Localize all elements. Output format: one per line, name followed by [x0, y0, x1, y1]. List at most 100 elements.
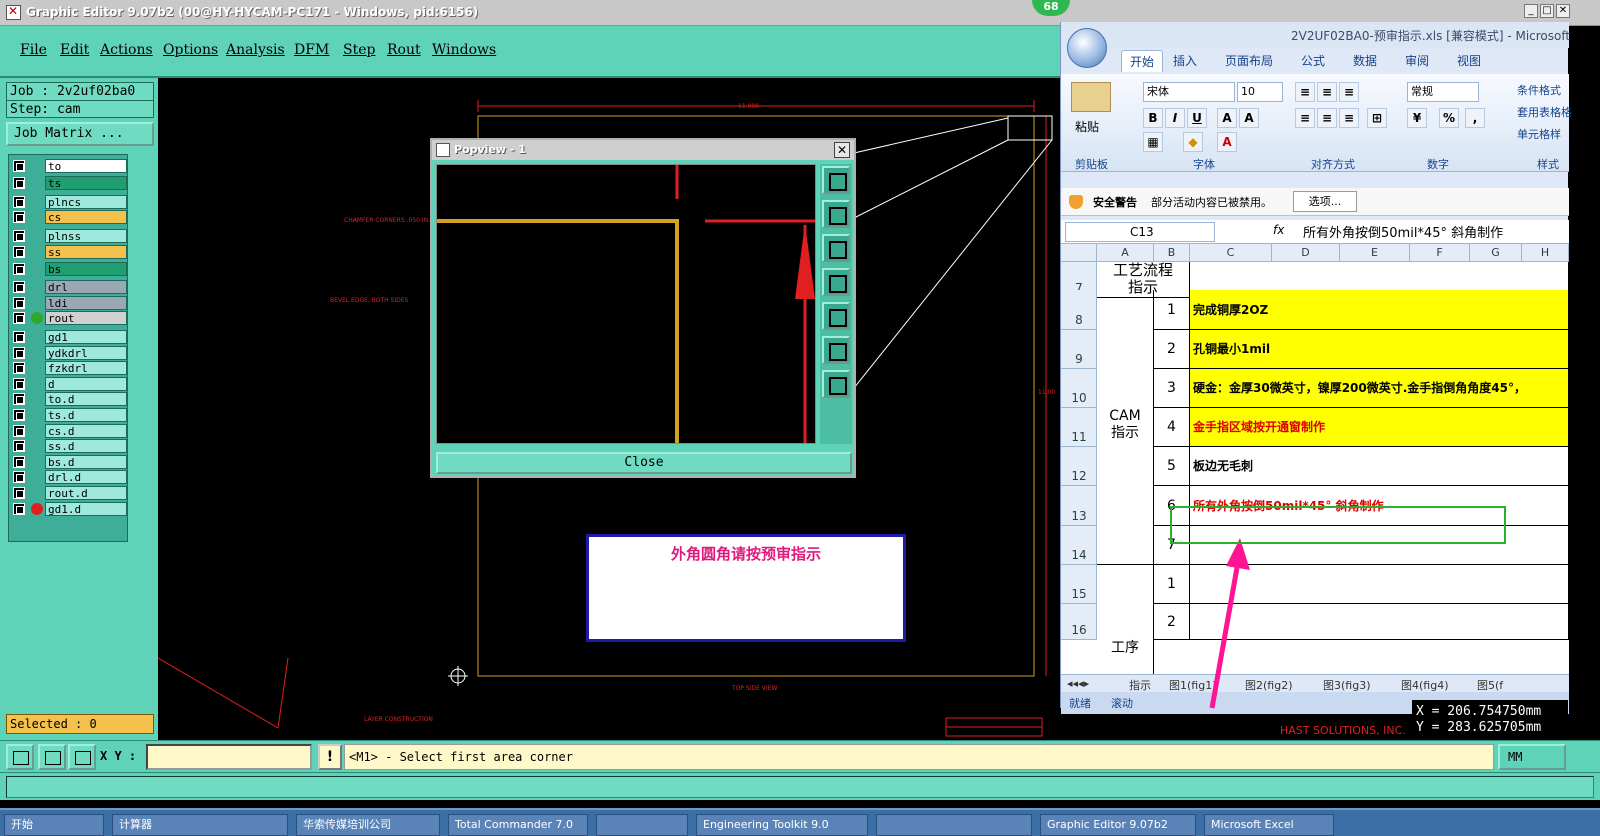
align-center-icon[interactable]: ≡	[1317, 108, 1337, 128]
col-header-e[interactable]: E	[1340, 244, 1410, 262]
layer-checkbox[interactable]	[13, 440, 25, 453]
tab-insert[interactable]: 插入	[1173, 52, 1197, 69]
currency-icon[interactable]: ¥	[1407, 108, 1427, 128]
menu-file[interactable]: File	[20, 42, 47, 58]
layer-row[interactable]: ts.d	[11, 408, 127, 422]
row-header[interactable]: 8	[1061, 290, 1097, 330]
row-header[interactable]: 9	[1061, 330, 1097, 369]
taskbar-item[interactable]: Total Commander 7.0	[448, 814, 588, 836]
minimize-icon[interactable]: _	[1524, 4, 1538, 18]
layer-checkbox[interactable]	[13, 312, 25, 325]
zoom-out-icon[interactable]	[822, 336, 850, 364]
layer-name[interactable]: to.d	[45, 392, 127, 407]
row-header[interactable]: 15	[1061, 565, 1097, 604]
percent-icon[interactable]: %	[1439, 108, 1459, 128]
popview-close-button[interactable]: Close	[436, 452, 852, 474]
unit-button[interactable]: MM	[1498, 744, 1566, 770]
layer-checkbox[interactable]	[13, 409, 25, 421]
layer-row[interactable]: ldi	[11, 295, 127, 310]
item-number-cell[interactable]: 4	[1154, 408, 1190, 447]
instruction-cell[interactable]: 板边无毛刺	[1190, 447, 1569, 486]
taskbar-item[interactable]: Engineering Toolkit 9.0	[696, 814, 868, 836]
layer-checkbox[interactable]	[13, 281, 25, 294]
paste-label[interactable]: 粘贴	[1075, 118, 1099, 135]
close-icon[interactable]: ✕	[1556, 4, 1570, 18]
layer-name[interactable]: ydkdrl	[45, 345, 127, 360]
item-number-cell[interactable]: 5	[1154, 447, 1190, 486]
corner-cell[interactable]	[1061, 244, 1097, 262]
layer-checkbox[interactable]	[13, 471, 25, 484]
layer-checkbox[interactable]	[13, 502, 25, 515]
layer-row[interactable]: bs	[11, 261, 127, 276]
layer-row[interactable]: bs.d	[11, 454, 127, 469]
font-color-icon[interactable]: A	[1217, 132, 1237, 152]
formula-input[interactable]: 所有外角按倒50mil*45° 斜角制作	[1303, 222, 1503, 241]
layer-row[interactable]: plncs	[11, 194, 127, 209]
layer-name[interactable]: ts	[45, 176, 127, 191]
layer-checkbox[interactable]	[13, 195, 25, 208]
tab-page-layout[interactable]: 页面布局	[1225, 52, 1273, 69]
layer-row[interactable]: rout.d	[11, 486, 127, 500]
layer-name[interactable]: d	[45, 376, 127, 391]
layer-name[interactable]: ss.d	[45, 439, 127, 454]
align-right-icon[interactable]: ≡	[1339, 108, 1359, 128]
layer-checkbox[interactable]	[13, 362, 25, 375]
layer-checkbox[interactable]	[13, 296, 25, 309]
popview-canvas[interactable]	[436, 164, 816, 444]
layer-name[interactable]: ldi	[45, 295, 127, 310]
taskbar-item[interactable]	[876, 814, 1032, 836]
info-button[interactable]: !	[318, 744, 342, 770]
layer-name[interactable]: cs.d	[45, 423, 127, 438]
menu-actions[interactable]: Actions	[100, 42, 153, 58]
layer-row[interactable]: cs.d	[11, 423, 127, 438]
tab-formulas[interactable]: 公式	[1301, 52, 1325, 69]
pan-left-icon[interactable]	[822, 268, 850, 296]
layer-row[interactable]: to.d	[11, 392, 127, 407]
layer-name[interactable]: plncs	[45, 194, 127, 209]
menu-rout[interactable]: Rout	[387, 42, 421, 58]
row-header[interactable]: 14	[1061, 526, 1097, 565]
taskbar-item[interactable]: Graphic Editor 9.07b2	[1040, 814, 1196, 836]
pan-up-icon[interactable]	[822, 200, 850, 228]
pan-right-icon[interactable]	[822, 302, 850, 330]
layer-row[interactable]: ss	[11, 244, 127, 259]
item-number-cell[interactable]: 3	[1154, 369, 1190, 408]
table-format-button[interactable]: 套用表格格	[1517, 104, 1572, 120]
layer-checkbox[interactable]	[13, 377, 25, 390]
layer-name[interactable]: rout.d	[45, 486, 127, 500]
sheet-tab-5[interactable]: 图5(f	[1477, 677, 1503, 693]
align-middle-icon[interactable]: ≡	[1317, 82, 1337, 102]
layer-checkbox[interactable]	[13, 331, 25, 343]
layer-checkbox[interactable]	[13, 245, 25, 258]
layer-name[interactable]: ts.d	[45, 408, 127, 422]
item-number-cell[interactable]: 1	[1154, 565, 1190, 604]
maximize-icon[interactable]: □	[1540, 4, 1554, 18]
align-top-icon[interactable]: ≡	[1295, 82, 1315, 102]
process-label-cell[interactable]: 工序	[1097, 565, 1154, 674]
layer-name[interactable]: rout	[45, 311, 127, 326]
row-header[interactable]: 11	[1061, 408, 1097, 447]
grid-icon[interactable]	[68, 744, 96, 770]
name-box[interactable]: C13	[1065, 222, 1215, 242]
layer-name[interactable]: plnss	[45, 228, 127, 243]
layer-name[interactable]: gd1	[45, 330, 127, 344]
menu-step[interactable]: Step	[343, 42, 375, 58]
instruction-cell[interactable]: 完成铜厚2OZ	[1190, 290, 1569, 330]
fill-color-icon[interactable]: ◆	[1183, 132, 1203, 152]
tab-view[interactable]: 视图	[1457, 52, 1481, 69]
item-number-cell[interactable]: 1	[1154, 290, 1190, 330]
row-header[interactable]: 13	[1061, 486, 1097, 526]
layer-row[interactable]: cs	[11, 210, 127, 225]
zoom-in-icon[interactable]	[822, 370, 850, 398]
col-header-b[interactable]: B	[1154, 244, 1190, 262]
layer-checkbox[interactable]	[13, 346, 25, 359]
cell-style-button[interactable]: 单元格样	[1517, 126, 1561, 142]
menu-windows[interactable]: Windows	[432, 42, 496, 58]
cam-label-cell[interactable]: CAM 指示	[1097, 290, 1154, 565]
zoom-area-icon[interactable]	[6, 744, 34, 770]
font-size-select[interactable]: 10	[1237, 82, 1283, 102]
menu-options[interactable]: Options	[163, 42, 218, 58]
col-header-f[interactable]: F	[1410, 244, 1470, 262]
layer-checkbox[interactable]	[13, 177, 25, 190]
options-button[interactable]: 选项...	[1293, 191, 1357, 212]
